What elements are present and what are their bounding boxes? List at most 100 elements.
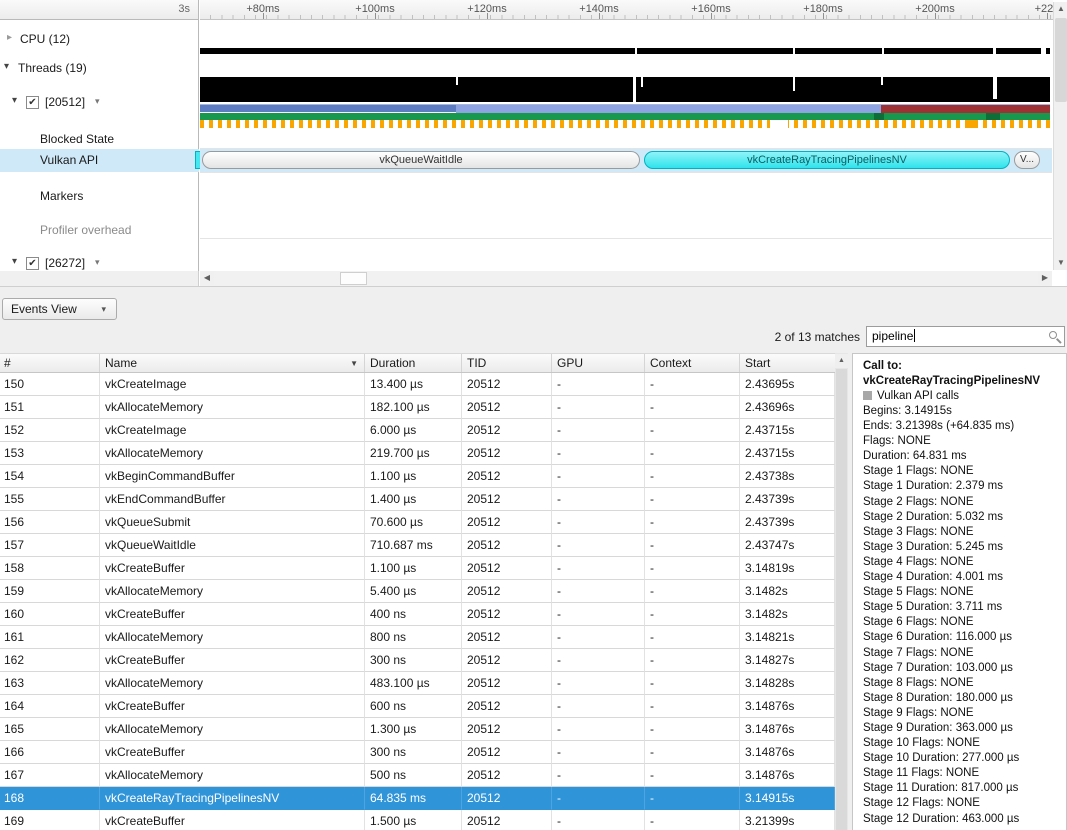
table-row[interactable]: 162vkCreateBuffer300 ns20512--3.14827s <box>0 649 835 672</box>
table-row[interactable]: 168vkCreateRayTracingPipelinesNV64.835 m… <box>0 787 835 810</box>
scrollbar-thumb[interactable] <box>340 272 367 285</box>
table-cell: 20512 <box>462 396 552 419</box>
detail-subtitle: vkCreateRayTracingPipelinesNV <box>863 374 1066 389</box>
dropdown-caret-icon: ▾ <box>101 299 106 319</box>
table-cell: - <box>645 511 740 534</box>
timeline-ruler[interactable]: +80ms+100ms+120ms+140ms+160ms+180ms+200m… <box>200 0 1053 20</box>
table-vertical-scrollbar[interactable]: ▲ ▼ <box>835 353 848 830</box>
column-header-duration[interactable]: Duration <box>365 354 462 372</box>
table-cell: 20512 <box>462 649 552 672</box>
detail-line: Stage 8 Duration: 180.000 µs <box>863 691 1066 706</box>
chevron-down-icon[interactable]: ▾ <box>12 95 17 106</box>
dropdown-caret-icon[interactable]: ▾ <box>95 96 100 107</box>
vulkan-event-bar-clipped[interactable] <box>195 151 200 169</box>
sidebar-item-blocked-state[interactable]: Blocked State <box>0 128 199 150</box>
events-view-dropdown[interactable]: Events View ▾ <box>2 298 117 320</box>
table-cell: - <box>645 672 740 695</box>
search-input[interactable]: pipeline <box>866 326 1065 347</box>
scrollbar-track[interactable] <box>836 369 847 830</box>
table-row[interactable]: 169vkCreateBuffer1.500 µs20512--3.21399s <box>0 810 835 830</box>
table-row[interactable]: 154vkBeginCommandBuffer1.100 µs20512--2.… <box>0 465 835 488</box>
table-cell: - <box>552 419 645 442</box>
table-cell: 155 <box>0 488 100 511</box>
events-view-label: Events View <box>11 302 77 316</box>
thread-checkbox[interactable]: ✔ <box>26 257 39 270</box>
table-row[interactable]: 159vkAllocateMemory5.400 µs20512--3.1482… <box>0 580 835 603</box>
table-row[interactable]: 166vkCreateBuffer300 ns20512--3.14876s <box>0 741 835 764</box>
thread-checkbox[interactable]: ✔ <box>26 96 39 109</box>
chevron-down-icon[interactable]: ▾ <box>12 256 17 267</box>
chevron-right-icon[interactable]: ▸ <box>7 32 12 43</box>
vulkan-event-bar-create[interactable]: vkCreateRayTracingPipelinesNV <box>644 151 1010 169</box>
table-cell: - <box>552 557 645 580</box>
detail-line: Stage 12 Flags: NONE <box>863 796 1066 811</box>
table-row[interactable]: 152vkCreateImage6.000 µs20512--2.43715s <box>0 419 835 442</box>
scroll-right-icon[interactable]: ▶ <box>1038 271 1052 285</box>
table-cell: 160 <box>0 603 100 626</box>
table-cell: 169 <box>0 810 100 830</box>
sidebar-item-markers[interactable]: Markers <box>0 185 199 207</box>
table-row[interactable]: 151vkAllocateMemory182.100 µs20512--2.43… <box>0 396 835 419</box>
sidebar-item-cpu[interactable]: ▸ CPU (12) <box>0 28 199 50</box>
table-row[interactable]: 167vkAllocateMemory500 ns20512--3.14876s <box>0 764 835 787</box>
sidebar-item-threads[interactable]: ▾ Threads (19) <box>0 57 199 79</box>
table-cell: 20512 <box>462 534 552 557</box>
scroll-down-icon[interactable]: ▼ <box>1054 256 1067 270</box>
column-header-index[interactable]: # <box>0 354 100 372</box>
detail-line: Ends: 3.21398s (+64.835 ms) <box>863 419 1066 434</box>
table-cell: - <box>645 764 740 787</box>
sidebar-item-thread-20512[interactable]: ▾ ✔ [20512] ▾ <box>0 91 199 113</box>
timeline-horizontal-scrollbar[interactable]: ◀ ▶ <box>200 271 1052 286</box>
table-cell: 3.14828s <box>740 672 835 695</box>
detail-line: Stage 3 Flags: NONE <box>863 525 1066 540</box>
table-row[interactable]: 158vkCreateBuffer1.100 µs20512--3.14819s <box>0 557 835 580</box>
timeline-canvas[interactable]: vkQueueWaitIdle vkCreateRayTracingPipeli… <box>200 20 1052 271</box>
table-cell: 166 <box>0 741 100 764</box>
timeline-corner-header: 3s <box>0 0 199 20</box>
chevron-down-icon[interactable]: ▾ <box>4 61 9 72</box>
sidebar-item-label: Threads (19) <box>18 61 87 75</box>
column-header-start[interactable]: Start <box>740 354 835 372</box>
scroll-left-icon[interactable]: ◀ <box>200 271 214 285</box>
table-cell: - <box>645 718 740 741</box>
table-row[interactable]: 153vkAllocateMemory219.700 µs20512--2.43… <box>0 442 835 465</box>
scrollbar-thumb[interactable] <box>1055 18 1067 102</box>
column-header-tid[interactable]: TID <box>462 354 552 372</box>
table-cell: 153 <box>0 442 100 465</box>
timeline-vertical-scrollbar[interactable]: ▲ ▼ <box>1053 2 1067 270</box>
table-row[interactable]: 155vkEndCommandBuffer1.400 µs20512--2.43… <box>0 488 835 511</box>
table-row[interactable]: 164vkCreateBuffer600 ns20512--3.14876s <box>0 695 835 718</box>
scroll-up-icon[interactable]: ▲ <box>835 354 848 368</box>
detail-line: Stage 6 Duration: 116.000 µs <box>863 630 1066 645</box>
table-cell: 800 ns <box>365 626 462 649</box>
table-row[interactable]: 150vkCreateImage13.400 µs20512--2.43695s <box>0 373 835 396</box>
table-cell: vkBeginCommandBuffer <box>100 465 365 488</box>
vulkan-event-bar-wait[interactable]: vkQueueWaitIdle <box>202 151 640 169</box>
table-cell: 6.000 µs <box>365 419 462 442</box>
table-row[interactable]: 161vkAllocateMemory800 ns20512--3.14821s <box>0 626 835 649</box>
table-cell: - <box>552 603 645 626</box>
table-row[interactable]: 165vkAllocateMemory1.300 µs20512--3.1487… <box>0 718 835 741</box>
scroll-up-icon[interactable]: ▲ <box>1054 2 1067 16</box>
thread-activity-bar <box>200 77 1050 102</box>
table-cell: - <box>645 488 740 511</box>
dropdown-caret-icon[interactable]: ▾ <box>95 257 100 268</box>
table-cell: 3.14915s <box>740 787 835 810</box>
column-header-gpu[interactable]: GPU <box>552 354 645 372</box>
table-row[interactable]: 160vkCreateBuffer400 ns20512--3.1482s <box>0 603 835 626</box>
column-header-name[interactable]: Name ▼ <box>100 354 365 372</box>
table-row[interactable]: 157vkQueueWaitIdle710.687 ms20512--2.437… <box>0 534 835 557</box>
sidebar-item-profiler-overhead[interactable]: Profiler overhead <box>0 219 199 241</box>
table-cell: 3.1482s <box>740 580 835 603</box>
sampling-gap <box>770 120 788 128</box>
detail-line: Stage 7 Flags: NONE <box>863 646 1066 661</box>
table-row[interactable]: 156vkQueueSubmit70.600 µs20512--2.43739s <box>0 511 835 534</box>
table-cell: 161 <box>0 626 100 649</box>
sidebar-item-vulkan-api[interactable]: Vulkan API <box>0 149 199 172</box>
thread-running-bar <box>200 113 1050 120</box>
table-cell: 1.500 µs <box>365 810 462 830</box>
search-icon[interactable] <box>1049 331 1057 339</box>
vulkan-event-bar-overflow[interactable]: V... <box>1014 151 1040 169</box>
column-header-context[interactable]: Context <box>645 354 740 372</box>
table-row[interactable]: 163vkAllocateMemory483.100 µs20512--3.14… <box>0 672 835 695</box>
